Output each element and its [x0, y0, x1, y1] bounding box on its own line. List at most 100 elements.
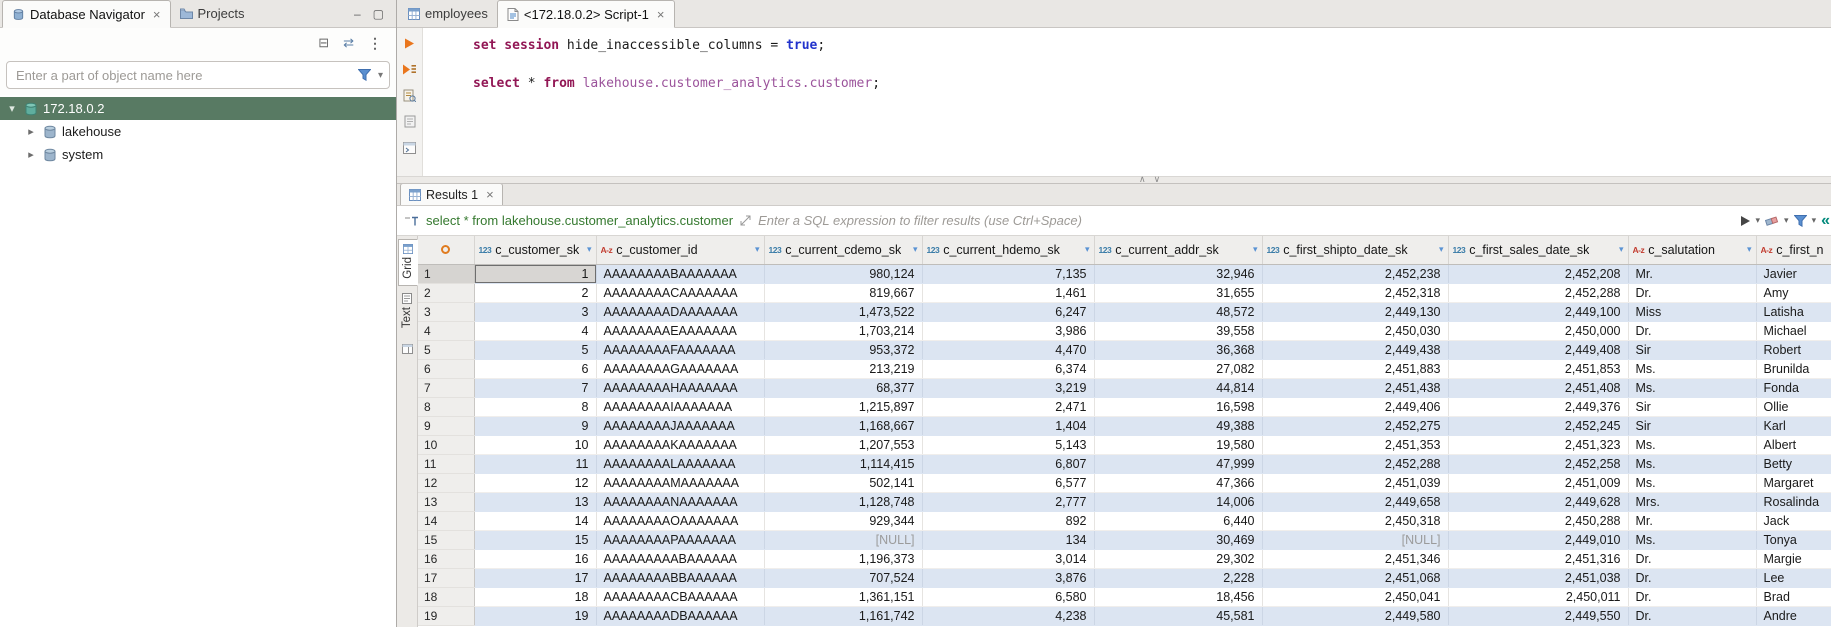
script-document-icon[interactable]: [401, 114, 418, 129]
tab-results-1[interactable]: Results 1 ×: [400, 183, 503, 205]
chevron-right-icon[interactable]: ▸: [24, 125, 38, 138]
row-number-cell[interactable]: 9: [418, 416, 474, 435]
grid-cell[interactable]: 2,452,245: [1448, 416, 1628, 435]
sql-line[interactable]: [473, 55, 1831, 74]
grid-cell[interactable]: AAAAAAAAJAAAAAAA: [596, 416, 764, 435]
grid-cell[interactable]: Sir: [1628, 397, 1756, 416]
grid-cell[interactable]: 134: [922, 530, 1094, 549]
grid-cell[interactable]: 2,449,130: [1262, 302, 1448, 321]
grid-cell[interactable]: Rosalinda: [1756, 492, 1831, 511]
grid-cell[interactable]: 19,580: [1094, 435, 1262, 454]
grid-cell[interactable]: 3,986: [922, 321, 1094, 340]
grid-cell[interactable]: Karl: [1756, 416, 1831, 435]
grid-cell[interactable]: 2,451,039: [1262, 473, 1448, 492]
grid-cell[interactable]: 48,572: [1094, 302, 1262, 321]
grid-cell[interactable]: Ms.: [1628, 473, 1756, 492]
grid-cell[interactable]: 18: [474, 587, 596, 606]
row-number-cell[interactable]: 14: [418, 511, 474, 530]
sql-line[interactable]: select * from lakehouse.customer_analyti…: [473, 74, 1831, 93]
grid-cell[interactable]: 2,450,011: [1448, 587, 1628, 606]
collapse-all-icon[interactable]: ⊟: [318, 35, 329, 51]
grid-cell[interactable]: 6,580: [922, 587, 1094, 606]
grid-cell[interactable]: Dr.: [1628, 549, 1756, 568]
grid-cell[interactable]: 2,450,030: [1262, 321, 1448, 340]
grid-cell[interactable]: 2,452,208: [1448, 264, 1628, 283]
erase-filter-dropdown-icon[interactable]: ▾: [1784, 215, 1789, 226]
grid-cell[interactable]: 13: [474, 492, 596, 511]
grid-cell[interactable]: 8: [474, 397, 596, 416]
explain-plan-icon[interactable]: [401, 88, 418, 103]
row-number-cell[interactable]: 6: [418, 359, 474, 378]
grid-cell[interactable]: AAAAAAAAKAAAAAAA: [596, 435, 764, 454]
grid-cell[interactable]: AAAAAAAADBAAAAAA: [596, 606, 764, 625]
grid-cell[interactable]: Mr.: [1628, 264, 1756, 283]
column-filter-icon[interactable]: ▾: [1619, 244, 1624, 255]
grid-cell[interactable]: 31,655: [1094, 283, 1262, 302]
row-number-cell[interactable]: 2: [418, 283, 474, 302]
grid-cell[interactable]: 4: [474, 321, 596, 340]
column-filter-icon[interactable]: ▾: [587, 244, 592, 255]
column-header-c_salutation[interactable]: A-zc_salutation▾: [1628, 236, 1756, 264]
column-filter-icon[interactable]: ▾: [755, 244, 760, 255]
link-with-editor-icon[interactable]: ⇄: [343, 35, 354, 51]
view-menu-icon[interactable]: ⋮: [368, 35, 382, 52]
grid-cell[interactable]: 5: [474, 340, 596, 359]
grid-cell[interactable]: 3: [474, 302, 596, 321]
grid-cell[interactable]: 2,451,316: [1448, 549, 1628, 568]
grid-cell[interactable]: 10: [474, 435, 596, 454]
grid-cell[interactable]: 980,124: [764, 264, 922, 283]
grid-cell[interactable]: Ms.: [1628, 378, 1756, 397]
grid-cell[interactable]: 2,451,883: [1262, 359, 1448, 378]
grid-cell[interactable]: 17: [474, 568, 596, 587]
grid-cell[interactable]: 2,452,238: [1262, 264, 1448, 283]
grid-cell[interactable]: Amy: [1756, 283, 1831, 302]
row-number-cell[interactable]: 16: [418, 549, 474, 568]
grid-cell[interactable]: 3,219: [922, 378, 1094, 397]
grid-cell[interactable]: Dr.: [1628, 283, 1756, 302]
column-header-c_first_shipto_date_sk[interactable]: 123c_first_shipto_date_sk▾: [1262, 236, 1448, 264]
grid-cell[interactable]: 2,451,346: [1262, 549, 1448, 568]
close-icon[interactable]: ×: [657, 7, 665, 22]
sash-collapse-down-icon[interactable]: ∨: [1154, 174, 1161, 185]
tree-item-lakehouse[interactable]: ▸ lakehouse: [0, 120, 396, 143]
grid-cell[interactable]: 49,388: [1094, 416, 1262, 435]
grid-cell[interactable]: AAAAAAAACAAAAAAA: [596, 283, 764, 302]
row-number-cell[interactable]: 11: [418, 454, 474, 473]
grid-cell[interactable]: Betty: [1756, 454, 1831, 473]
history-back-icon[interactable]: «: [1821, 212, 1830, 230]
editor-results-sash[interactable]: ∧ ∨: [397, 176, 1831, 184]
grid-cell[interactable]: 707,524: [764, 568, 922, 587]
grid-cell[interactable]: 1,703,214: [764, 321, 922, 340]
grid-cell[interactable]: Sir: [1628, 340, 1756, 359]
filter-expression-input[interactable]: Enter a SQL expression to filter results…: [758, 213, 1732, 228]
chevron-down-icon[interactable]: ▾: [5, 102, 19, 115]
grid-cell[interactable]: Jack: [1756, 511, 1831, 530]
grid-cell[interactable]: AAAAAAAAIAAAAAAA: [596, 397, 764, 416]
grid-cell[interactable]: Mr.: [1628, 511, 1756, 530]
grid-cell[interactable]: 6: [474, 359, 596, 378]
tab-projects[interactable]: Projects: [171, 0, 254, 27]
grid-cell[interactable]: 1,361,151: [764, 587, 922, 606]
grid-cell[interactable]: 6,374: [922, 359, 1094, 378]
grid-cell[interactable]: [NULL]: [764, 530, 922, 549]
grid-cell[interactable]: 2,451,438: [1262, 378, 1448, 397]
tree-item-system[interactable]: ▸ system: [0, 143, 396, 166]
grid-cell[interactable]: 2,449,438: [1262, 340, 1448, 359]
grid-cell[interactable]: 2,449,580: [1262, 606, 1448, 625]
grid-cell[interactable]: AAAAAAAAFAAAAAAA: [596, 340, 764, 359]
grid-cell[interactable]: 2,449,376: [1448, 397, 1628, 416]
grid-cell[interactable]: 2,449,628: [1448, 492, 1628, 511]
grid-cell[interactable]: 213,219: [764, 359, 922, 378]
row-number-cell[interactable]: 18: [418, 587, 474, 606]
grid-cell[interactable]: 3,014: [922, 549, 1094, 568]
grid-cell[interactable]: 27,082: [1094, 359, 1262, 378]
grid-cell[interactable]: AAAAAAAABAAAAAAA: [596, 264, 764, 283]
grid-cell[interactable]: 14,006: [1094, 492, 1262, 511]
grid-corner-cell[interactable]: [418, 236, 474, 264]
grid-cell[interactable]: AAAAAAAALAAAAAAA: [596, 454, 764, 473]
grid-cell[interactable]: Ms.: [1628, 454, 1756, 473]
grid-cell[interactable]: 1,128,748: [764, 492, 922, 511]
grid-cell[interactable]: 6,807: [922, 454, 1094, 473]
column-header-c_customer_sk[interactable]: 123c_customer_sk▾: [474, 236, 596, 264]
grid-cell[interactable]: Miss: [1628, 302, 1756, 321]
